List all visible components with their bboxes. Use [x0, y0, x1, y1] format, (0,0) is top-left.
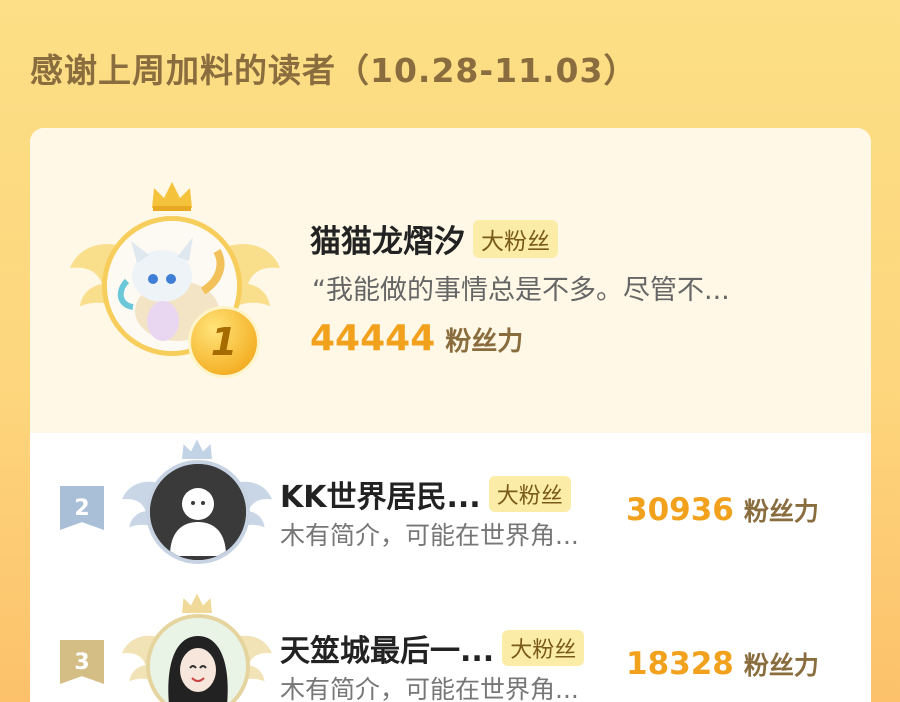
- fan-power-unit: 粉丝力: [743, 651, 819, 680]
- score-row: 44444 粉丝力: [310, 318, 523, 359]
- user-quote: “我能做的事情总是不多。尽管不...: [312, 275, 730, 306]
- fan-power-unit: 粉丝力: [445, 327, 524, 357]
- user-description: 木有简介，可能在世界角...: [280, 675, 579, 702]
- fan-level-badge: 大粉丝: [502, 630, 585, 666]
- fan-power-score: 18328: [626, 646, 734, 682]
- fan-level-badge: 大粉丝: [473, 219, 558, 258]
- first-place-avatar-badge[interactable]: 1: [70, 180, 280, 380]
- crown-icon: [152, 182, 192, 211]
- rank-1-medal: 1: [188, 306, 260, 378]
- fan-power-score: 44444: [310, 318, 436, 359]
- fan-power-unit: 粉丝力: [743, 497, 819, 526]
- page-title: 感谢上周加料的读者（10.28-11.03）: [30, 51, 638, 90]
- user-name[interactable]: 天筮城最后一...: [280, 626, 494, 670]
- fan-level-badge: 大粉丝: [488, 476, 571, 512]
- leaderboard-card: 1 猫猫龙熠汐 大粉丝 “我能做的事情总是不多。尽管不... 44444 粉丝力…: [30, 128, 871, 702]
- rank-3-name-row: 天筮城最后一... 大粉丝: [280, 626, 585, 670]
- crown-icon: [182, 439, 212, 459]
- crown-icon: [182, 593, 212, 613]
- user-name[interactable]: KK世界居民...: [280, 472, 481, 516]
- rank-3-avatar-badge[interactable]: [122, 592, 272, 702]
- user-name[interactable]: 猫猫龙熠汐: [310, 216, 465, 261]
- score-row: 30936 粉丝力: [626, 492, 819, 528]
- first-name-row: 猫猫龙熠汐 大粉丝: [310, 216, 558, 261]
- girl-avatar-icon: [150, 618, 246, 702]
- avatar[interactable]: [146, 460, 250, 564]
- fan-power-score: 30936: [626, 492, 734, 528]
- rank-2-avatar-badge[interactable]: [122, 438, 272, 568]
- rank-3-flag: 3: [60, 640, 104, 684]
- default-avatar-icon: [150, 464, 246, 560]
- rank-2-flag: 2: [60, 486, 104, 530]
- score-row: 18328 粉丝力: [626, 646, 819, 682]
- user-description: 木有简介，可能在世界角...: [280, 521, 579, 550]
- rank-2-name-row: KK世界居民... 大粉丝: [280, 472, 571, 516]
